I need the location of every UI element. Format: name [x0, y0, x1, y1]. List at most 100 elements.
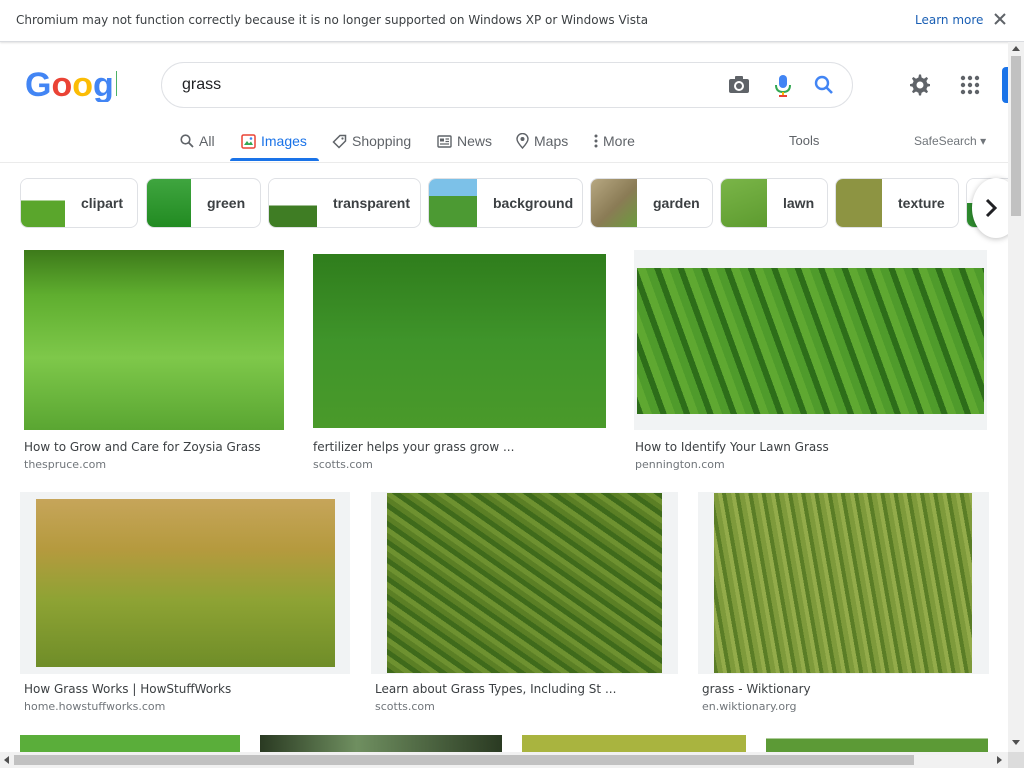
- result-image[interactable]: [24, 250, 284, 430]
- google-logo[interactable]: Google: [25, 66, 142, 104]
- news-icon: [437, 134, 452, 148]
- search-box[interactable]: grass: [161, 62, 853, 108]
- image-result[interactable]: How Grass Works | HowStuffWorks home.how…: [20, 492, 350, 714]
- scroll-up-arrow[interactable]: [1012, 46, 1020, 51]
- tab-label: Images: [261, 133, 307, 149]
- tab-label: All: [199, 133, 215, 149]
- scrollbar-corner: [1008, 752, 1024, 768]
- tag-icon: [332, 134, 347, 149]
- camera-icon[interactable]: [728, 75, 750, 95]
- chip-green[interactable]: green: [146, 178, 261, 228]
- chip-label: transparent: [333, 195, 411, 211]
- result-image-partial[interactable]: [522, 735, 746, 752]
- vertical-scroll-thumb[interactable]: [1011, 56, 1021, 216]
- image-result[interactable]: Learn about Grass Types, Including St ..…: [371, 492, 678, 714]
- apps-grid-icon[interactable]: [960, 75, 980, 95]
- chip-thumbnail: [21, 179, 65, 227]
- result-source[interactable]: scotts.com: [375, 700, 435, 713]
- chip-texture[interactable]: texture: [835, 178, 959, 228]
- tab-label: Shopping: [352, 133, 412, 149]
- result-title[interactable]: How Grass Works | HowStuffWorks: [24, 682, 231, 696]
- result-image[interactable]: [634, 250, 987, 430]
- tab-maps[interactable]: Maps: [516, 130, 568, 152]
- scroll-right-arrow[interactable]: [997, 756, 1002, 764]
- tab-label: Maps: [534, 133, 569, 149]
- safesearch-button[interactable]: SafeSearch ▾: [914, 134, 986, 148]
- learn-more-link[interactable]: Learn more: [915, 13, 983, 27]
- chip-label: green: [207, 195, 246, 211]
- chip-thumbnail: [429, 179, 477, 227]
- result-title[interactable]: grass - Wiktionary: [702, 682, 811, 696]
- result-image-content: [714, 493, 972, 673]
- map-pin-icon: [516, 133, 529, 149]
- chip-label: clipart: [81, 195, 124, 211]
- more-vertical-icon: [594, 134, 598, 148]
- infobar-message: Chromium may not function correctly beca…: [16, 13, 649, 27]
- chevron-right-icon: [985, 198, 998, 218]
- result-image[interactable]: [20, 492, 350, 674]
- result-image[interactable]: [313, 254, 606, 428]
- result-source[interactable]: scotts.com: [313, 458, 373, 471]
- image-icon: [241, 133, 256, 149]
- result-image-partial[interactable]: [20, 735, 240, 752]
- chip-lawn[interactable]: lawn: [720, 178, 828, 228]
- safesearch-label: SafeSearch: [914, 134, 977, 148]
- horizontal-scroll-thumb[interactable]: [14, 755, 914, 765]
- tab-images[interactable]: Images: [241, 130, 307, 152]
- result-image-content: [387, 493, 662, 673]
- result-title[interactable]: Learn about Grass Types, Including St ..…: [375, 682, 616, 696]
- search-icon[interactable]: [814, 75, 834, 95]
- chip-thumbnail: [147, 179, 191, 227]
- caret-down-icon: ▾: [980, 134, 987, 148]
- tab-more[interactable]: More: [594, 130, 635, 152]
- result-title[interactable]: How to Identify Your Lawn Grass: [635, 440, 829, 454]
- tab-all[interactable]: All: [180, 130, 215, 152]
- chip-garden[interactable]: garden: [590, 178, 713, 228]
- close-icon[interactable]: [992, 11, 1008, 27]
- result-title[interactable]: How to Grow and Care for Zoysia Grass: [24, 440, 261, 454]
- result-image[interactable]: [698, 492, 989, 674]
- search-tabs: All Images Shopping News Maps More Tools…: [0, 122, 1008, 163]
- chip-label: garden: [653, 195, 700, 211]
- chip-thumbnail: [836, 179, 882, 227]
- google-logo-text: Google: [25, 66, 117, 102]
- result-source[interactable]: pennington.com: [635, 458, 725, 471]
- active-tab-indicator: [230, 158, 319, 161]
- tab-news[interactable]: News: [437, 130, 492, 152]
- scroll-down-arrow[interactable]: [1012, 740, 1020, 745]
- related-searches-chips: clipart green transparent background gar…: [0, 178, 1008, 228]
- unsupported-os-infobar: Chromium may not function correctly beca…: [0, 0, 1024, 42]
- result-image-content: [637, 268, 984, 414]
- chip-background[interactable]: background: [428, 178, 583, 228]
- tab-label: More: [603, 133, 635, 149]
- result-source[interactable]: home.howstuffworks.com: [24, 700, 165, 713]
- result-image-partial[interactable]: [766, 735, 988, 752]
- settings-gear-icon[interactable]: [908, 73, 932, 97]
- chip-label: texture: [898, 195, 945, 211]
- chip-thumbnail: [269, 179, 317, 227]
- microphone-icon[interactable]: [774, 74, 792, 98]
- scroll-left-arrow[interactable]: [4, 756, 9, 764]
- horizontal-scrollbar[interactable]: [0, 752, 1008, 768]
- tools-button[interactable]: Tools: [789, 133, 819, 148]
- result-image[interactable]: [371, 492, 678, 674]
- image-result[interactable]: How to Identify Your Lawn Grass penningt…: [634, 250, 989, 472]
- result-title[interactable]: fertilizer helps your grass grow ...: [313, 440, 514, 454]
- result-source[interactable]: en.wiktionary.org: [702, 700, 796, 713]
- result-image-partial[interactable]: [260, 735, 502, 752]
- result-source[interactable]: thespruce.com: [24, 458, 106, 471]
- search-icon: [180, 134, 194, 148]
- chip-transparent[interactable]: transparent: [268, 178, 421, 228]
- image-result[interactable]: How to Grow and Care for Zoysia Grass th…: [24, 250, 286, 472]
- chip-thumbnail: [721, 179, 767, 227]
- vertical-scrollbar[interactable]: [1008, 42, 1024, 752]
- search-input[interactable]: grass: [182, 76, 221, 94]
- chip-label: lawn: [783, 195, 815, 211]
- chip-thumbnail: [591, 179, 637, 227]
- image-result[interactable]: grass - Wiktionary en.wiktionary.org: [698, 492, 989, 714]
- tab-label: News: [457, 133, 493, 149]
- tab-shopping[interactable]: Shopping: [332, 130, 411, 152]
- image-result[interactable]: fertilizer helps your grass grow ... sco…: [313, 250, 608, 472]
- chip-clipart[interactable]: clipart: [20, 178, 138, 228]
- chip-label: background: [493, 195, 574, 211]
